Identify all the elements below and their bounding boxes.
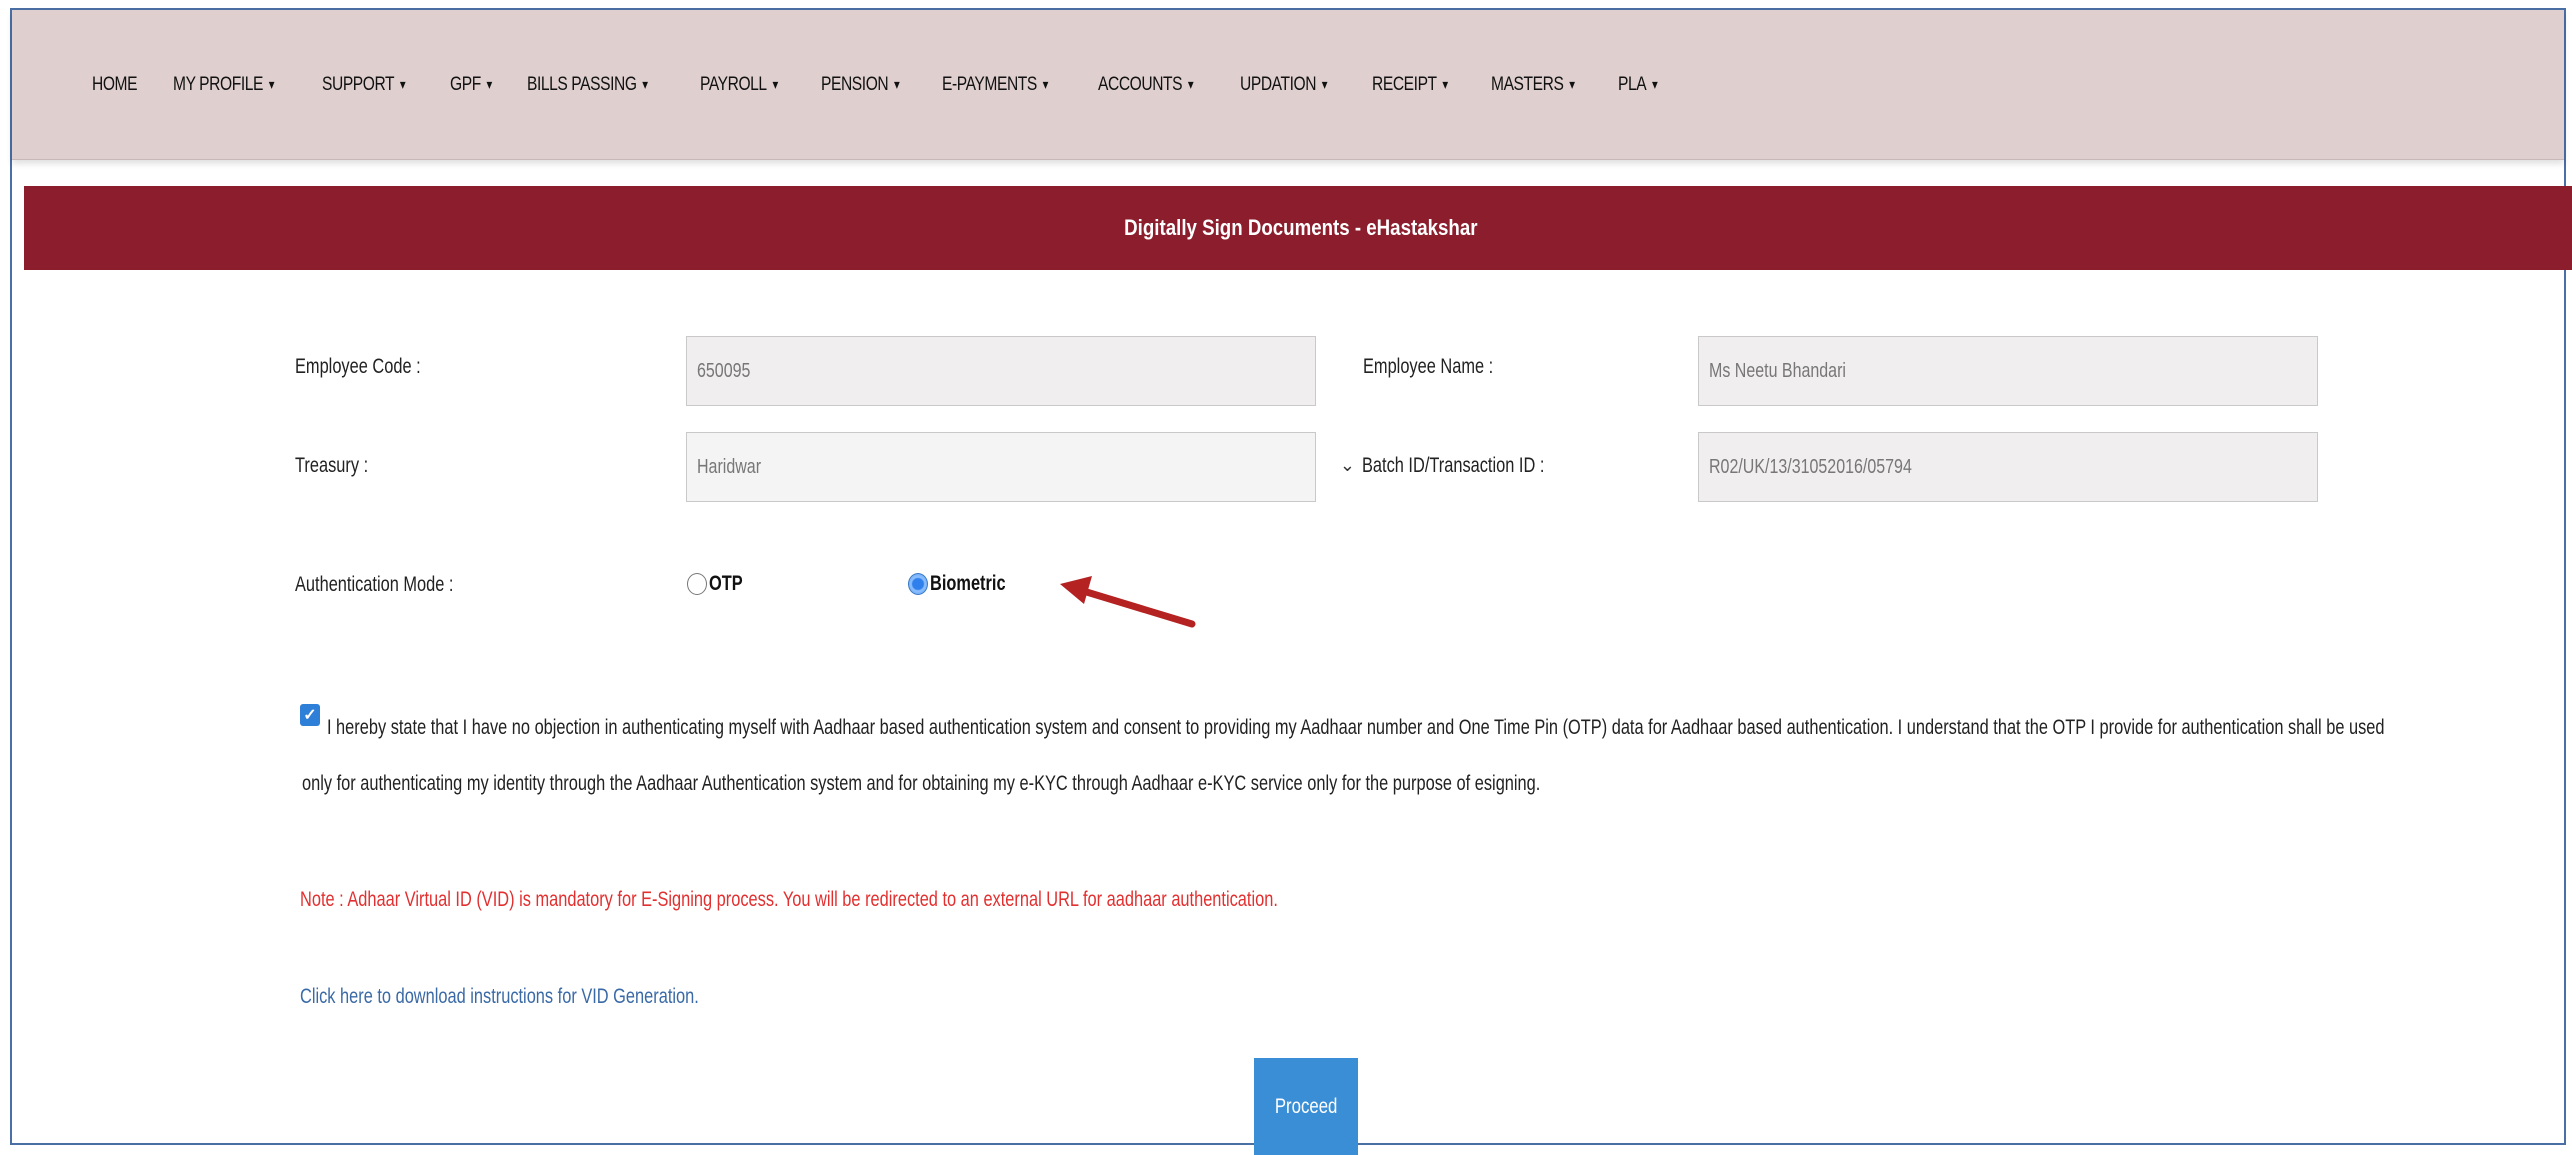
nav-item-e-payments[interactable]: E-PAYMENTS ▾ [942,74,1048,96]
caret-down-icon: ▾ [400,76,406,92]
caret-down-icon: ▾ [1652,76,1658,92]
nav-item-updation[interactable]: UPDATION ▾ [1239,73,1328,96]
nav-item-label: RECEIPT [1372,73,1437,95]
radio-otp-circle[interactable] [687,573,707,595]
batch-id-field[interactable]: R02/UK/13/31052016/05794 [1698,432,2318,502]
proceed-button[interactable]: Proceed [1254,1058,1358,1155]
vid-note: Note : Adhaar Virtual ID (VID) is mandat… [300,888,1278,911]
page-frame: HOME MY PROFILE ▾ SUPPORT ▾ GPF ▾ BILLS PASSING… [10,8,2572,1155]
vid-instructions-link[interactable]: Click here to download instructions for … [300,985,699,1009]
nav-item-label: E-PAYMENTS [942,73,1038,95]
employee-code-value: 650095 [697,359,751,382]
nav-item-my-profile[interactable]: MY PROFILE ▾ [173,74,274,96]
nav-item-label: UPDATION [1239,73,1316,95]
caret-down-icon: ▾ [893,76,900,92]
treasury-value: Haridwar [697,455,762,478]
nav-item-masters[interactable]: MASTERS ▾ [1491,74,1575,96]
employee-name-value: Ms Neetu Bhandari [1709,359,1846,382]
nav-item-pla[interactable]: PLA ▾ [1618,73,1658,96]
caret-down-icon: ▾ [1043,76,1049,92]
treasury-label: Treasury : [295,454,369,477]
caret-down-icon: ▾ [642,76,648,92]
nav-item-label: MASTERS [1490,73,1564,95]
radio-otp-label: OTP [709,572,743,595]
employee-code-label: Employee Code : [295,355,421,378]
nav-item-label: PENSION [820,73,889,95]
nav-item-label: HOME [92,73,138,95]
radio-biometric[interactable]: Biometric [908,572,1027,596]
batch-id-value: R02/UK/13/31052016/05794 [1709,455,1912,478]
nav-item-support[interactable]: SUPPORT ▾ [322,73,406,96]
radio-biometric-circle[interactable] [908,573,928,595]
caret-down-icon: ▾ [1187,76,1194,92]
page-title: Digitally Sign Documents - eHastakshar [1124,215,1478,240]
nav-item-label: PLA [1618,73,1647,95]
nav-item-bills-passing[interactable]: BILLS PASSING ▾ [527,74,648,96]
top-nav: HOME MY PROFILE ▾ SUPPORT ▾ GPF ▾ BILLS PASSING… [12,10,2564,160]
nav-item-payroll[interactable]: PAYROLL ▾ [700,74,778,96]
nav-item-gpf[interactable]: GPF ▾ [450,74,492,96]
nav-item-label: MY PROFILE [173,73,263,95]
chevron-down-icon: ⌄ [1339,455,1355,475]
proceed-button-label: Proceed [1274,1094,1338,1118]
employee-name-label: Employee Name : [1363,355,1494,378]
nav-item-label: BILLS PASSING [526,73,637,95]
caret-down-icon: ▾ [1442,76,1449,92]
employee-code-field[interactable]: 650095 [686,336,1316,406]
radio-otp[interactable]: OTP [687,572,752,596]
nav-item-accounts[interactable]: ACCOUNTS ▾ [1097,73,1194,96]
caret-down-icon: ▾ [772,76,778,92]
consent-text: I hereby state that I have no objection … [302,716,2385,795]
batch-id-label: Batch ID/Transaction ID : [1362,454,1545,477]
page-header: Digitally Sign Documents - eHastakshar [24,186,2572,270]
nav-item-receipt[interactable]: RECEIPT ▾ [1372,74,1448,96]
radio-biometric-label: Biometric [930,572,1006,595]
employee-name-field[interactable]: Ms Neetu Bhandari [1698,336,2318,406]
caret-down-icon: ▾ [1568,76,1575,92]
nav-item-label: PAYROLL [700,73,767,95]
caret-down-icon: ▾ [1321,76,1328,92]
nav-item-label: GPF [449,73,481,95]
nav-item-label: SUPPORT [322,73,395,95]
caret-down-icon: ▾ [486,76,492,92]
annotation-arrow-icon [1060,576,1196,628]
nav-item-label: ACCOUNTS [1097,73,1183,95]
treasury-select[interactable]: Haridwar ⌄ [686,432,1355,502]
caret-down-icon: ▾ [268,76,275,92]
nav-item-home[interactable]: HOME [92,73,138,96]
auth-mode-label: Authentication Mode : [295,573,454,596]
nav-item-pension[interactable]: PENSION ▾ [820,73,900,96]
